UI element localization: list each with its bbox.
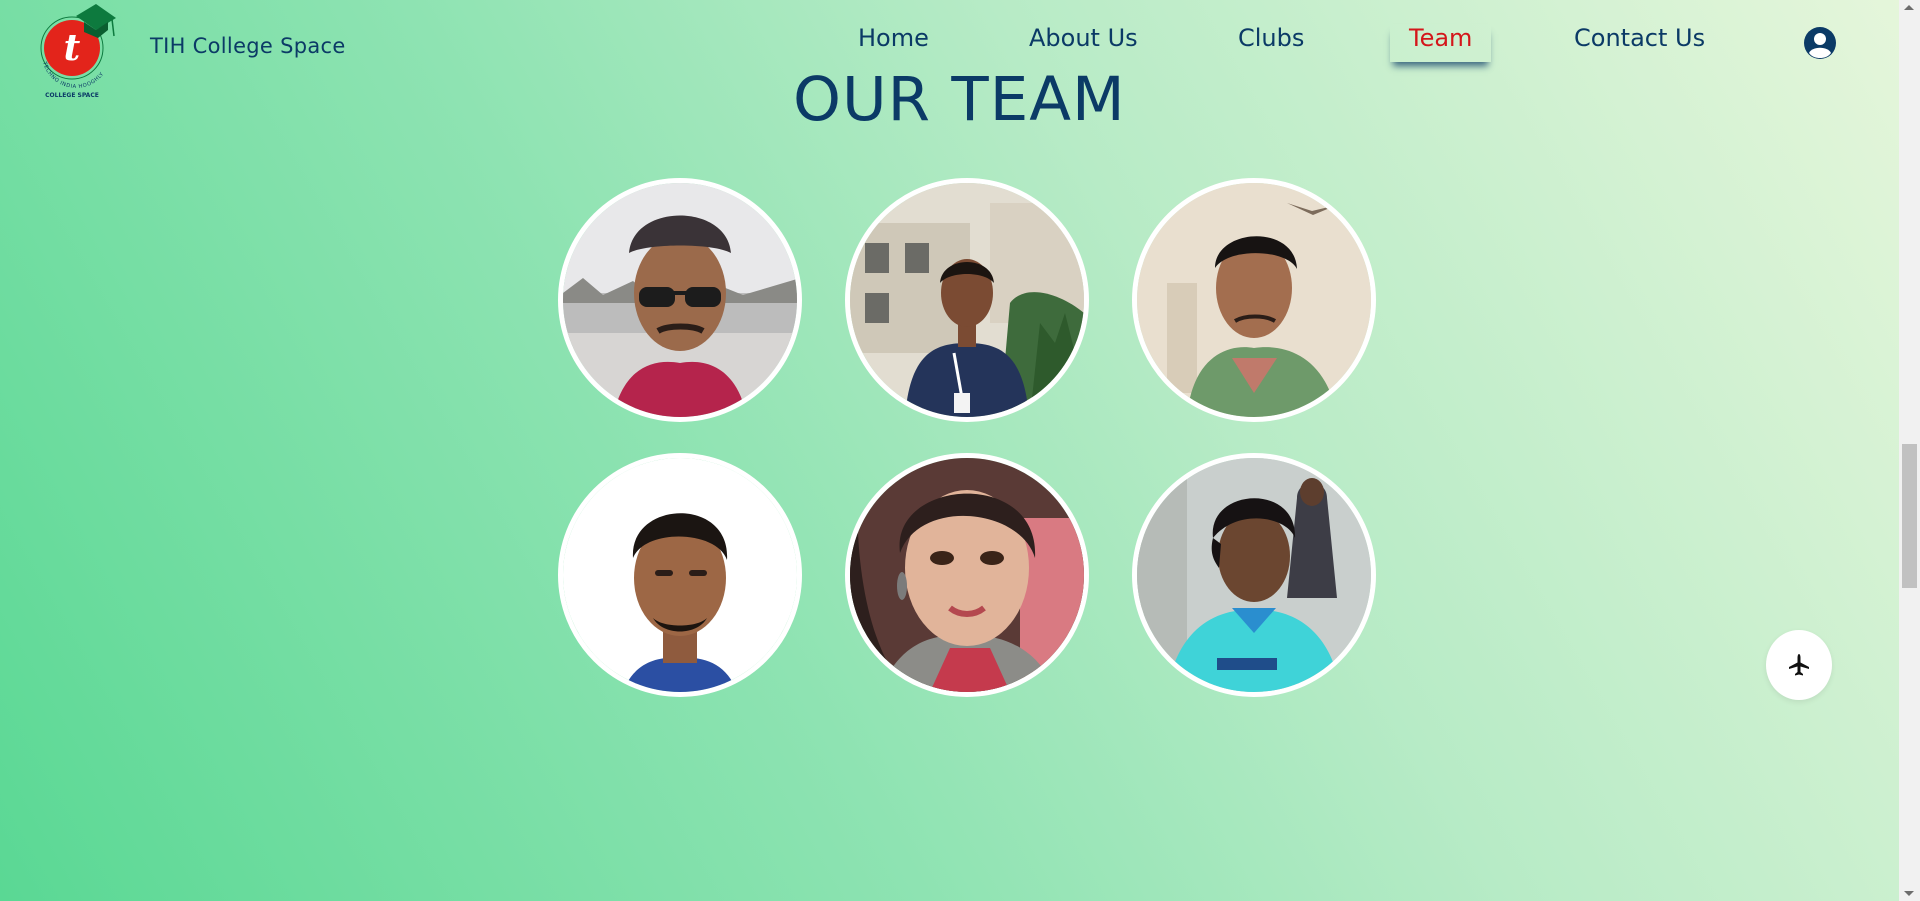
team-member-photo-6[interactable] bbox=[1132, 453, 1376, 697]
airplane-icon bbox=[1789, 654, 1809, 676]
user-circle-icon[interactable] bbox=[1803, 26, 1837, 60]
team-member-photo-2[interactable] bbox=[845, 178, 1089, 422]
team-member-photo-3[interactable] bbox=[1132, 178, 1376, 422]
nav-about-us[interactable]: About Us bbox=[1029, 24, 1138, 52]
scroll-thumb[interactable] bbox=[1902, 444, 1917, 588]
nav-clubs[interactable]: Clubs bbox=[1238, 24, 1304, 52]
nav-contact-us[interactable]: Contact Us bbox=[1574, 24, 1705, 52]
team-member-photo-1[interactable] bbox=[558, 178, 802, 422]
scroll-up-arrow[interactable] bbox=[1904, 5, 1914, 10]
scroll-to-top-button[interactable] bbox=[1766, 630, 1832, 700]
nav-home[interactable]: Home bbox=[858, 24, 929, 52]
team-member-photo-4[interactable] bbox=[558, 453, 802, 697]
nav-team[interactable]: Team bbox=[1390, 24, 1491, 62]
page-title: OUR TEAM bbox=[793, 64, 1126, 135]
page-scrollbar[interactable] bbox=[1899, 0, 1920, 901]
scroll-down-arrow[interactable] bbox=[1904, 891, 1914, 896]
team-member-photo-5[interactable] bbox=[845, 453, 1089, 697]
svg-text:COLLEGE SPACE: COLLEGE SPACE bbox=[45, 92, 99, 99]
